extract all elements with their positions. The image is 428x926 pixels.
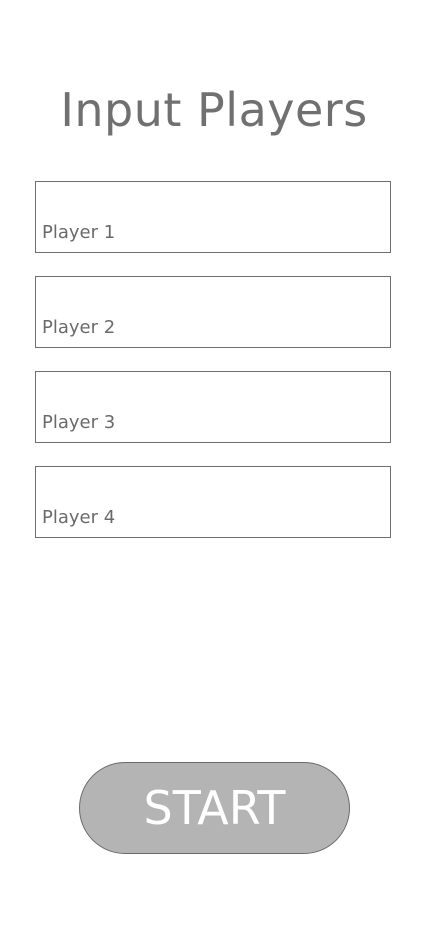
start-button[interactable]: START [79, 762, 350, 854]
player-1-input[interactable] [36, 182, 390, 252]
player-2-input[interactable] [36, 277, 390, 347]
player-2-field[interactable] [35, 276, 391, 348]
player-3-input[interactable] [36, 372, 390, 442]
player-4-input[interactable] [36, 467, 390, 537]
player-3-field[interactable] [35, 371, 391, 443]
player-1-field[interactable] [35, 181, 391, 253]
page-title: Input Players [60, 83, 368, 137]
player-4-field[interactable] [35, 466, 391, 538]
